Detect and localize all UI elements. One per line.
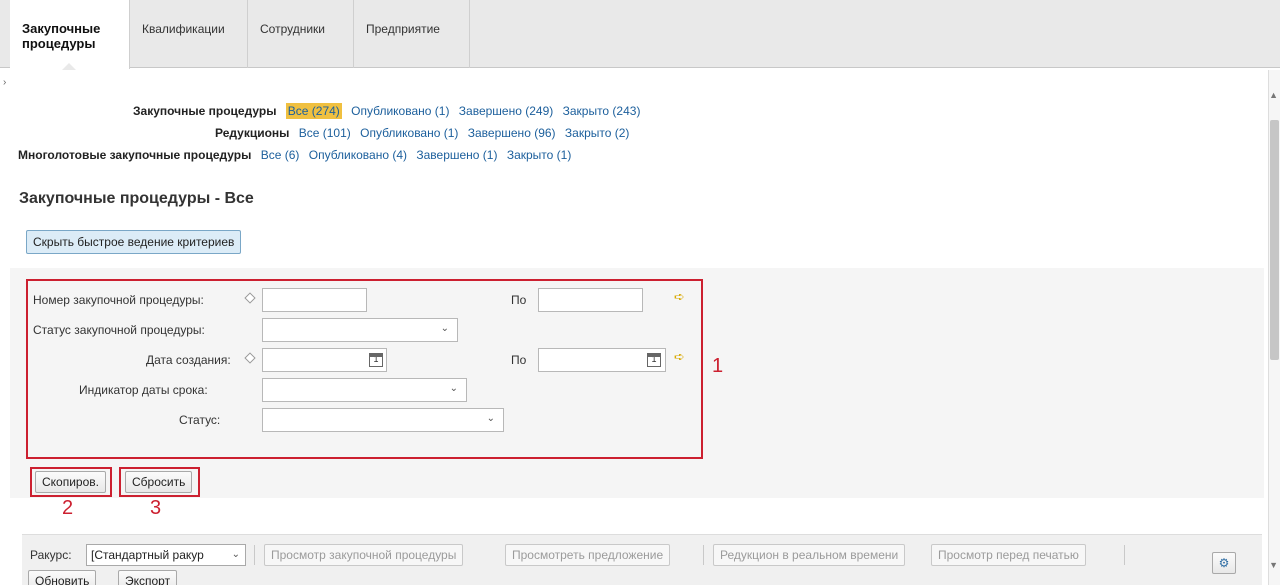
- toolbar-separator: [703, 545, 704, 565]
- print-preview-button[interactable]: Просмотр перед печатью: [931, 544, 1086, 566]
- annotation-number-2: 2: [62, 497, 74, 519]
- multiple-selection-arrow-icon[interactable]: ➪: [674, 349, 685, 365]
- results-toolbar: Ракурс: [Стандартный ракур ⌄ Просмотр за…: [22, 534, 1262, 585]
- chevron-down-icon: ⌄: [231, 549, 240, 560]
- number-label: Номер закупочной процедуры:: [33, 293, 204, 307]
- query-row-auctions: Редукционы Все (101) Опубликовано (1) За…: [215, 126, 629, 140]
- multiple-selection-arrow-icon[interactable]: ➪: [674, 289, 685, 305]
- annotation-number-1: 1: [712, 355, 724, 377]
- query-link-closed[interactable]: Закрыто (243): [563, 104, 641, 118]
- view-procedure-button[interactable]: Просмотр закупочной процедуры: [264, 544, 464, 566]
- query-label: Закупочные процедуры: [133, 104, 277, 118]
- query-link-completed[interactable]: Завершено (96): [468, 126, 556, 140]
- query-label: Многолотовые закупочные процедуры: [18, 148, 252, 162]
- query-link-completed[interactable]: Завершено (249): [459, 104, 553, 118]
- copy-button[interactable]: Скопиров.: [35, 471, 106, 493]
- tab-qualifications-label: Квалификации: [142, 22, 225, 36]
- calendar-icon[interactable]: 1: [369, 353, 383, 367]
- toolbar-separator: [1124, 545, 1125, 565]
- status-proc-select[interactable]: ⌄: [262, 318, 458, 342]
- scroll-down-icon[interactable]: ▼: [1269, 560, 1278, 570]
- chevron-down-icon: ⌄: [486, 413, 495, 424]
- deadline-indicator-label: Индикатор даты срока:: [79, 383, 208, 397]
- page-title: Закупочные процедуры - Все: [19, 190, 254, 207]
- number-to-label: По: [511, 293, 527, 307]
- export-button[interactable]: Экспорт: [118, 570, 178, 585]
- tab-enterprise[interactable]: Предприятие: [354, 0, 470, 68]
- scrollbar-thumb[interactable]: [1270, 120, 1279, 360]
- deadline-indicator-select[interactable]: ⌄: [262, 378, 467, 402]
- tab-employees[interactable]: Сотрудники: [248, 0, 354, 68]
- query-link-all[interactable]: Все (101): [299, 126, 351, 140]
- query-link-closed[interactable]: Закрыто (2): [565, 126, 630, 140]
- query-link-closed[interactable]: Закрыто (1): [507, 148, 572, 162]
- annotation-number-3: 3: [150, 497, 162, 519]
- status-select[interactable]: ⌄: [262, 408, 504, 432]
- number-to-input[interactable]: [538, 288, 643, 312]
- query-label: Редукционы: [215, 126, 290, 140]
- query-link-published[interactable]: Опубликовано (4): [309, 148, 407, 162]
- tab-employees-label: Сотрудники: [260, 22, 325, 36]
- tab-procurement-label: Закупочные процедуры: [22, 21, 101, 51]
- chevron-down-icon: ⌄: [440, 323, 449, 334]
- hide-criteria-button[interactable]: Скрыть быстрое ведение критериев: [26, 230, 242, 254]
- top-tab-bar: Закупочные процедуры Квалификации Сотруд…: [0, 0, 1280, 70]
- status-label: Статус:: [179, 413, 221, 427]
- query-row-procurement: Закупочные процедуры Все (274) Опубликов…: [133, 103, 641, 119]
- reset-button[interactable]: Сбросить: [125, 471, 193, 493]
- query-link-completed[interactable]: Завершено (1): [416, 148, 497, 162]
- created-to-input[interactable]: 1: [538, 348, 666, 372]
- realtime-auction-button[interactable]: Редукцион в реальном времени: [713, 544, 906, 566]
- scroll-up-icon[interactable]: ▲: [1269, 90, 1278, 100]
- view-offer-button[interactable]: Просмотреть предложение: [505, 544, 671, 566]
- toolbar-separator: [254, 545, 255, 565]
- refresh-button[interactable]: Обновить: [28, 570, 97, 585]
- tab-qualifications[interactable]: Квалификации: [130, 0, 248, 68]
- created-to-label: По: [511, 353, 527, 367]
- settings-icon[interactable]: ⚙: [1212, 552, 1236, 574]
- view-label: Ракурс:: [30, 548, 72, 562]
- query-row-multilot: Многолотовые закупочные процедуры Все (6…: [18, 148, 571, 162]
- number-from-input[interactable]: [262, 288, 367, 312]
- tab-enterprise-label: Предприятие: [366, 22, 440, 36]
- tab-procurement[interactable]: Закупочные процедуры: [10, 0, 130, 70]
- status-proc-label: Статус закупочной процедуры:: [33, 323, 205, 337]
- query-link-all[interactable]: Все (6): [261, 148, 300, 162]
- view-select[interactable]: [Стандартный ракур ⌄: [86, 544, 246, 566]
- view-select-value: [Стандартный ракур: [91, 548, 204, 562]
- collapse-arrow-icon[interactable]: ›: [3, 77, 6, 88]
- query-link-all[interactable]: Все (274): [285, 103, 342, 119]
- created-date-label: Дата создания:: [146, 353, 231, 367]
- calendar-icon[interactable]: 1: [647, 353, 661, 367]
- created-from-input[interactable]: 1: [262, 348, 387, 372]
- chevron-down-icon: ⌄: [449, 383, 458, 394]
- query-link-published[interactable]: Опубликовано (1): [360, 126, 458, 140]
- query-link-published[interactable]: Опубликовано (1): [351, 104, 449, 118]
